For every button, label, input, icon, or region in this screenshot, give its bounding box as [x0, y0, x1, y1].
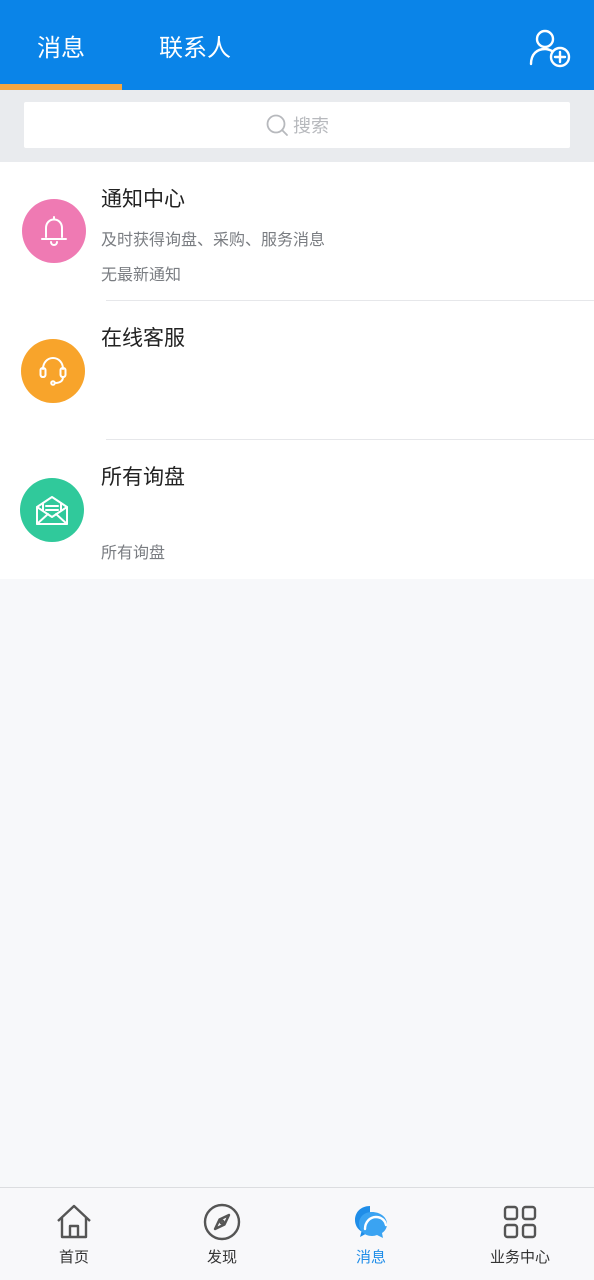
item-title: 通知中心 [101, 187, 185, 211]
bell-icon [41, 216, 67, 246]
nav-messages[interactable]: 消息 [297, 1188, 445, 1280]
nav-discover[interactable]: 发现 [148, 1188, 296, 1280]
nav-home-label: 首页 [58, 1248, 89, 1266]
tab-messages[interactable]: 消息 [0, 0, 122, 90]
item-detail: 无最新通知 [101, 265, 182, 284]
chat-bubbles-icon [355, 1206, 388, 1238]
service-avatar [21, 339, 85, 403]
item-detail: 所有询盘 [101, 543, 166, 562]
nav-messages-label: 消息 [355, 1248, 386, 1266]
compass-icon [203, 1203, 241, 1241]
bottom-navigation: 首页 发现 消息 业务中心 [0, 1187, 594, 1280]
tab-contacts-label: 联系人 [159, 33, 231, 62]
nav-business-center-label: 业务中心 [489, 1248, 550, 1266]
app-screen: 消息 联系人 搜索 通知中心 及时获得询盘、采购、服务消息 无最新通知 在线客服… [0, 0, 594, 1280]
list-item-notification-center[interactable]: 通知中心 及时获得询盘、采购、服务消息 无最新通知 [0, 162, 594, 301]
search-input[interactable]: 搜索 [24, 102, 570, 148]
nav-home[interactable]: 首页 [0, 1188, 148, 1280]
top-header: 消息 联系人 [0, 0, 594, 90]
tab-contacts[interactable]: 联系人 [136, 0, 254, 90]
tab-messages-label: 消息 [37, 33, 85, 62]
item-subtitle: 及时获得询盘、采购、服务消息 [101, 230, 326, 249]
add-contact-icon [529, 29, 571, 68]
item-title: 在线客服 [101, 326, 185, 350]
inquiry-avatar [20, 478, 84, 542]
headset-icon [39, 357, 67, 386]
search-bar-area: 搜索 [0, 90, 594, 162]
list-item-online-service[interactable]: 在线客服 [0, 301, 594, 440]
notification-avatar [22, 199, 86, 263]
add-contact-button[interactable] [528, 26, 572, 70]
nav-business-center[interactable]: 业务中心 [446, 1188, 594, 1280]
list-item-all-inquiries[interactable]: 所有询盘 所有询盘 [0, 440, 594, 579]
nav-discover-label: 发现 [206, 1248, 237, 1266]
search-icon [266, 114, 288, 136]
grid-icon [503, 1205, 537, 1239]
home-icon [57, 1204, 91, 1239]
message-list: 通知中心 及时获得询盘、采购、服务消息 无最新通知 在线客服 所有询盘 所有询盘 [0, 162, 594, 579]
search-placeholder: 搜索 [293, 116, 329, 137]
item-title: 所有询盘 [101, 465, 185, 489]
envelope-icon [36, 496, 68, 525]
